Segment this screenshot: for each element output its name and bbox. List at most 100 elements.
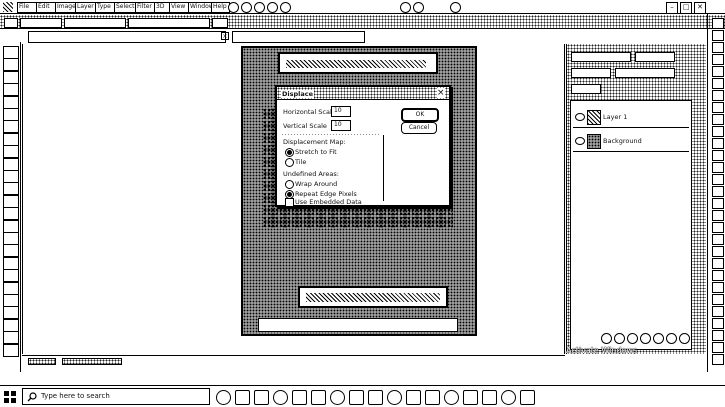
store-taskbar-icon[interactable] xyxy=(292,390,307,405)
document-tab-2[interactable] xyxy=(232,31,365,43)
stretch-to-fit-radio[interactable] xyxy=(285,148,294,157)
menu-item[interactable]: Select xyxy=(114,2,136,13)
move-tool-icon[interactable] xyxy=(3,46,19,59)
minimize-button[interactable]: – xyxy=(666,2,678,14)
pen-tool-icon[interactable] xyxy=(3,232,19,245)
hand-icon[interactable] xyxy=(267,2,278,13)
more-tool-icon[interactable] xyxy=(3,306,19,320)
home-icon[interactable] xyxy=(4,18,18,28)
layer-style-icon[interactable] xyxy=(614,333,625,344)
terminal-taskbar-icon[interactable] xyxy=(501,390,516,405)
type-tool-icon[interactable] xyxy=(3,244,19,258)
patterns-panel-icon[interactable] xyxy=(712,258,724,269)
brush-settings-panel-icon[interactable] xyxy=(712,354,724,365)
paths-panel-icon[interactable] xyxy=(712,102,724,113)
blend-mode-select[interactable] xyxy=(571,84,601,94)
maps-taskbar-icon[interactable] xyxy=(482,390,497,405)
layer-filter-select[interactable] xyxy=(571,68,611,78)
quick-select-tool-icon[interactable] xyxy=(3,83,19,97)
arrange-icon[interactable] xyxy=(400,2,411,13)
workspace-icon[interactable] xyxy=(228,2,239,13)
lasso-tool-icon[interactable] xyxy=(3,70,19,84)
panel-tab-1[interactable] xyxy=(571,52,631,62)
media-player-taskbar-icon[interactable] xyxy=(406,390,421,405)
screen-mode-icon[interactable] xyxy=(413,2,424,13)
menu-item[interactable]: Type xyxy=(95,2,115,13)
layers-panel-icon[interactable] xyxy=(712,126,724,137)
cancel-button[interactable]: Cancel xyxy=(401,122,437,134)
visibility-eye-icon[interactable] xyxy=(575,113,585,121)
settings-taskbar-icon[interactable] xyxy=(425,390,440,405)
photos-taskbar-icon[interactable] xyxy=(349,390,364,405)
option-field[interactable] xyxy=(128,18,210,28)
zoom-icon[interactable] xyxy=(280,2,291,13)
document-tab-1[interactable] xyxy=(28,31,226,43)
group-layers-icon[interactable] xyxy=(653,333,664,344)
marquee-tool-icon[interactable] xyxy=(3,58,19,72)
close-button[interactable]: ✕ xyxy=(694,2,706,14)
menu-item[interactable]: Layer xyxy=(75,2,96,13)
history-panel-icon[interactable] xyxy=(712,18,724,29)
adjustments-panel-icon[interactable] xyxy=(712,78,724,89)
file-explorer-taskbar-icon[interactable] xyxy=(273,390,288,405)
timeline-panel-icon[interactable] xyxy=(712,222,724,233)
comments-panel-icon[interactable] xyxy=(712,282,724,293)
menu-item[interactable]: Window xyxy=(188,2,212,13)
tool-presets-panel-icon[interactable] xyxy=(712,318,724,329)
notes-panel-icon[interactable] xyxy=(712,198,724,209)
quick-mask-tool-icon[interactable] xyxy=(3,331,19,345)
notepad-taskbar-icon[interactable] xyxy=(520,390,535,405)
tile-radio[interactable] xyxy=(285,158,294,167)
chrome-taskbar-icon[interactable] xyxy=(330,390,345,405)
windows-start-icon[interactable] xyxy=(3,390,17,404)
search-icon[interactable] xyxy=(254,2,265,13)
hand-tool-icon[interactable] xyxy=(3,281,19,295)
properties-panel-icon[interactable] xyxy=(712,66,724,77)
history-brush-tool-icon[interactable] xyxy=(3,170,19,183)
layer-row[interactable]: Layer 1 xyxy=(573,107,689,128)
calendar-taskbar-icon[interactable] xyxy=(444,390,459,405)
dialog-close-icon[interactable]: × xyxy=(437,88,445,98)
layer-filter-icons[interactable] xyxy=(615,68,675,78)
share-icon[interactable] xyxy=(241,2,252,13)
layer-row[interactable]: Background xyxy=(573,131,689,152)
foreground-color-tool-icon[interactable] xyxy=(3,318,19,332)
brush-tool-icon[interactable] xyxy=(3,145,19,159)
option-toggle[interactable] xyxy=(212,18,228,28)
healing-tool-icon[interactable] xyxy=(3,132,19,146)
character-panel-icon[interactable] xyxy=(712,138,724,149)
eyedropper-tool-icon[interactable] xyxy=(3,120,19,134)
crop-tool-icon[interactable] xyxy=(3,95,19,109)
menu-item[interactable]: Edit xyxy=(36,2,56,13)
rectangle-tool-icon[interactable] xyxy=(3,269,19,283)
embedded-data-checkbox[interactable] xyxy=(285,198,294,207)
color-panel-icon[interactable] xyxy=(712,30,724,41)
link-layers-icon[interactable] xyxy=(601,333,612,344)
menu-item[interactable]: Filter xyxy=(135,2,155,13)
learn-panel-icon[interactable] xyxy=(712,294,724,305)
photoshop-taskbar-icon[interactable] xyxy=(368,390,383,405)
horizontal-scale-input[interactable]: 10 xyxy=(331,106,351,117)
zoom-level-field[interactable] xyxy=(28,358,56,365)
adjustment-layer-icon[interactable] xyxy=(640,333,651,344)
ok-button[interactable]: OK xyxy=(401,108,439,122)
shapes-panel-icon[interactable] xyxy=(712,270,724,281)
camera-taskbar-icon[interactable] xyxy=(463,390,478,405)
3d-panel-icon[interactable] xyxy=(712,342,724,353)
dodge-tool-icon[interactable] xyxy=(3,219,19,233)
brushes-panel-icon[interactable] xyxy=(712,54,724,65)
path-select-tool-icon[interactable] xyxy=(3,256,19,270)
wrap-around-radio[interactable] xyxy=(285,180,294,189)
delete-layer-icon[interactable] xyxy=(679,333,690,344)
panel-tab-2[interactable] xyxy=(635,52,675,62)
channels-panel-icon[interactable] xyxy=(712,114,724,125)
cortana-taskbar-icon[interactable] xyxy=(235,390,250,405)
mail-taskbar-icon[interactable] xyxy=(311,390,326,405)
gradients-panel-icon[interactable] xyxy=(712,246,724,257)
measurement-panel-icon[interactable] xyxy=(712,306,724,317)
paragraph-panel-icon[interactable] xyxy=(712,150,724,161)
styles-panel-icon[interactable] xyxy=(712,234,724,245)
blur-tool-icon[interactable] xyxy=(3,207,19,221)
zoom-tool-icon[interactable] xyxy=(3,294,19,307)
glyphs-panel-icon[interactable] xyxy=(712,162,724,173)
